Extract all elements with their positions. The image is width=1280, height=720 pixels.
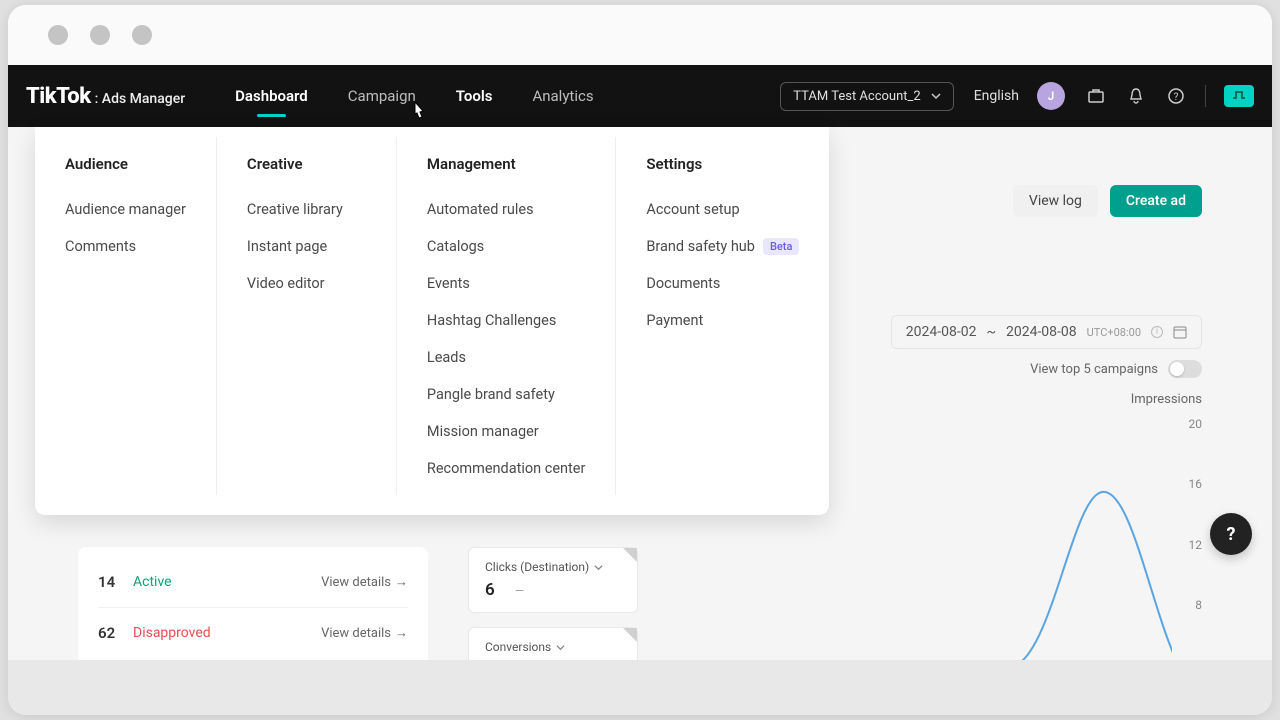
- metric-card-clicks[interactable]: Clicks (Destination) 6 —: [468, 547, 638, 613]
- app-window: TikTok : Ads Manager Dashboard Campaign …: [8, 5, 1272, 715]
- y-tick: 16: [1177, 477, 1202, 491]
- mega-head-creative: Creative: [247, 155, 366, 173]
- chart-title: Impressions: [1131, 392, 1202, 407]
- help-icon[interactable]: ?: [1167, 87, 1185, 105]
- window-control-max[interactable]: [132, 25, 152, 45]
- y-tick: 12: [1177, 538, 1202, 552]
- metric-cards: Clicks (Destination) 6 — Conversions: [468, 547, 638, 667]
- y-tick: 20: [1177, 417, 1202, 431]
- language-selector[interactable]: English: [974, 88, 1019, 104]
- window-control-close[interactable]: [48, 25, 68, 45]
- chart-curve: [852, 417, 1172, 672]
- view-details-link[interactable]: View details →: [321, 574, 408, 590]
- mega-item-recommendation-center[interactable]: Recommendation center: [427, 450, 585, 487]
- mega-item-instant-page[interactable]: Instant page: [247, 228, 366, 265]
- logo-main: TikTok: [26, 84, 91, 109]
- status-label: Active: [133, 574, 321, 590]
- mega-item-leads[interactable]: Leads: [427, 339, 585, 376]
- floating-help-button[interactable]: ?: [1210, 513, 1252, 555]
- mega-item-catalogs[interactable]: Catalogs: [427, 228, 585, 265]
- mega-item-creative-library[interactable]: Creative library: [247, 191, 366, 228]
- date-range-picker[interactable]: 2024-08-02 ~ 2024-08-08 UTC+08:00 i: [891, 315, 1202, 349]
- mega-item-account-setup[interactable]: Account setup: [646, 191, 799, 228]
- status-count: 14: [98, 573, 133, 591]
- date-start: 2024-08-02: [906, 324, 977, 340]
- toggle-label: View top 5 campaigns: [1030, 362, 1158, 377]
- nav-dashboard[interactable]: Dashboard: [235, 67, 308, 125]
- chevron-down-icon: [931, 91, 941, 101]
- metric-label[interactable]: Conversions: [485, 640, 621, 654]
- mega-col-management: Management Automated rules Catalogs Even…: [397, 137, 616, 495]
- logo[interactable]: TikTok : Ads Manager: [26, 84, 185, 109]
- corner-fold-icon: [623, 548, 637, 562]
- mega-col-audience: Audience Audience manager Comments: [35, 137, 217, 495]
- mega-item-label: Brand safety hub: [646, 238, 755, 255]
- user-avatar[interactable]: J: [1037, 82, 1065, 110]
- metric-trend: —: [515, 584, 524, 598]
- chevron-down-icon: [556, 643, 565, 652]
- y-tick: 8: [1177, 598, 1202, 612]
- info-icon: i: [1151, 326, 1163, 338]
- mega-item-brand-safety-hub[interactable]: Brand safety hub Beta: [646, 228, 799, 265]
- account-name: TTAM Test Account_2: [793, 89, 920, 104]
- mega-item-video-editor[interactable]: Video editor: [247, 265, 366, 302]
- mega-head-audience: Audience: [65, 155, 186, 173]
- account-selector[interactable]: TTAM Test Account_2: [780, 82, 953, 111]
- date-sep: ~: [986, 324, 996, 340]
- status-row-disapproved: 62 Disapproved View details →: [98, 608, 408, 658]
- mega-head-settings: Settings: [646, 155, 799, 173]
- top-nav: TikTok : Ads Manager Dashboard Campaign …: [8, 65, 1272, 127]
- mega-item-documents[interactable]: Documents: [646, 265, 799, 302]
- view-log-button[interactable]: View log: [1013, 185, 1098, 217]
- bell-icon[interactable]: [1127, 87, 1145, 105]
- mega-item-mission-manager[interactable]: Mission manager: [427, 413, 585, 450]
- top-campaigns-toggle[interactable]: [1168, 360, 1202, 378]
- mega-item-audience-manager[interactable]: Audience manager: [65, 191, 186, 228]
- nav-campaign[interactable]: Campaign: [348, 67, 416, 125]
- support-icon[interactable]: [1224, 85, 1254, 107]
- impressions-chart: Impressions 20 16 12 8 4: [852, 392, 1202, 672]
- arrow-right-icon: →: [395, 574, 408, 590]
- top-campaigns-toggle-row: View top 5 campaigns: [1030, 360, 1202, 378]
- mega-col-settings: Settings Account setup Brand safety hub …: [616, 137, 829, 495]
- metric-value: 6: [485, 580, 495, 600]
- date-tz: UTC+08:00: [1087, 326, 1141, 339]
- toggle-knob: [1170, 362, 1184, 376]
- mega-col-creative: Creative Creative library Instant page V…: [217, 137, 397, 495]
- view-details-link[interactable]: View details →: [321, 625, 408, 641]
- status-row-active: 14 Active View details →: [98, 557, 408, 608]
- mega-item-events[interactable]: Events: [427, 265, 585, 302]
- create-ad-button[interactable]: Create ad: [1110, 185, 1202, 217]
- mega-item-payment[interactable]: Payment: [646, 302, 799, 339]
- cursor-pointer-icon: [408, 100, 430, 126]
- mega-item-hashtag-challenges[interactable]: Hashtag Challenges: [427, 302, 585, 339]
- calendar-icon: [1173, 325, 1187, 339]
- mega-head-management: Management: [427, 155, 585, 173]
- svg-text:?: ?: [1174, 92, 1179, 103]
- nav-divider: [1205, 85, 1206, 107]
- status-list: 14 Active View details → 62 Disapproved …: [78, 547, 428, 668]
- window-control-min[interactable]: [90, 25, 110, 45]
- nav-analytics[interactable]: Analytics: [532, 67, 593, 125]
- chevron-down-icon: [594, 563, 603, 572]
- window-titlebar: [8, 5, 1272, 65]
- mega-item-comments[interactable]: Comments: [65, 228, 186, 265]
- chart-y-axis: 20 16 12 8 4: [1177, 417, 1202, 672]
- beta-badge: Beta: [763, 238, 799, 255]
- arrow-right-icon: →: [395, 625, 408, 641]
- top-actions: View log Create ad: [1013, 185, 1202, 217]
- status-label: Disapproved: [133, 625, 321, 641]
- nav-tools[interactable]: Tools: [456, 67, 493, 125]
- metric-label[interactable]: Clicks (Destination): [485, 560, 621, 574]
- status-count: 62: [98, 624, 133, 642]
- corner-fold-icon: [623, 628, 637, 642]
- date-end: 2024-08-08: [1006, 324, 1077, 340]
- tools-mega-menu: Audience Audience manager Comments Creat…: [35, 127, 829, 515]
- mega-item-automated-rules[interactable]: Automated rules: [427, 191, 585, 228]
- mega-item-pangle-brand-safety[interactable]: Pangle brand safety: [427, 376, 585, 413]
- logo-sub: : Ads Manager: [95, 91, 186, 107]
- bottom-strip: [8, 660, 1272, 715]
- business-icon[interactable]: [1087, 87, 1105, 105]
